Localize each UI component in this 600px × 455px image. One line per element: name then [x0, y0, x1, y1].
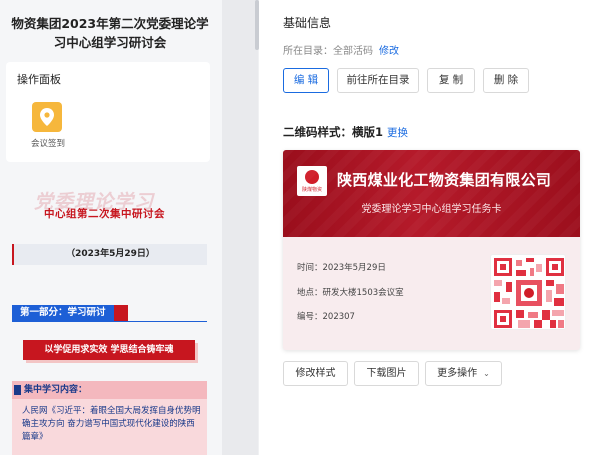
task-card-title: 党委理论学习中心组学习任务卡 [361, 204, 502, 215]
directory-value: 全部活码 [333, 46, 373, 57]
place-value: 研发大楼1503会议室 [322, 288, 404, 298]
section-divider [12, 321, 207, 322]
qr-style-row: 二维码样式：横版1 更换 [283, 124, 408, 140]
study-text: 《习近平：着眼全国大局发挥自身优势明确主攻方向 奋力谱写中国式现代化建设的陕西篇… [22, 406, 201, 442]
download-image-button[interactable]: 下载图片 [354, 361, 419, 386]
checkin-label[interactable]: 会议签到 [23, 137, 73, 149]
card-place: 地点：研发大楼1503会议室 [297, 286, 404, 298]
time-value: 2023年5月29日 [322, 263, 386, 273]
qr-style-label: 二维码样式： [283, 125, 352, 139]
directory-label: 所在目录： [283, 46, 333, 57]
more-actions-label: 更多操作 [437, 368, 478, 379]
section-heading: 第一部分：学习研讨 [12, 305, 127, 321]
qr-code [490, 254, 566, 330]
place-label: 地点： [297, 288, 323, 298]
company-logo: 陕煤物资 [297, 166, 327, 196]
card-time: 时间：2023年5月29日 [297, 261, 386, 273]
directory-modify-link[interactable]: 修改 [379, 46, 399, 57]
logo-mark-icon [305, 170, 319, 184]
company-name: 陕西煤业化工物资集团有限公司 [337, 171, 552, 189]
goto-directory-button[interactable]: 前往所在目录 [337, 68, 419, 93]
copy-button[interactable]: 复 制 [427, 68, 475, 93]
basic-info-title: 基础信息 [283, 16, 332, 30]
qr-style-value: 横版1 [352, 125, 384, 139]
edit-button[interactable]: 编 辑 [283, 68, 329, 93]
directory-row: 所在目录：全部活码 修改 [283, 42, 399, 57]
study-content-box: 集中学习内容： 人民网《习近平：着眼全国大局发挥自身优势明确主攻方向 奋力谱写中… [12, 381, 207, 455]
qr-code-icon [494, 258, 564, 328]
delete-button[interactable]: 删 除 [483, 68, 529, 93]
date-bar: （2023年5月29日） [12, 244, 207, 265]
code-label: 编号： [297, 312, 323, 322]
study-source: 人民网 [22, 406, 48, 416]
more-actions-button[interactable]: 更多操作 ⌄ [425, 361, 502, 386]
logo-text: 陕煤物资 [301, 187, 322, 193]
card-code: 编号：202307 [297, 310, 355, 322]
operation-panel-title: 操作面板 [17, 73, 61, 86]
qr-style-change-link[interactable]: 更换 [387, 127, 408, 139]
mobile-preview: 物资集团2023年第二次党委理论学习中心组学习研讨会 操作面板 会议签到 党委理… [0, 0, 222, 455]
time-label: 时间： [297, 263, 323, 273]
code-value: 202307 [322, 312, 355, 322]
location-pin-icon[interactable] [32, 102, 62, 132]
study-body: 人民网《习近平：着眼全国大局发挥自身优势明确主攻方向 奋力谱写中国式现代化建设的… [22, 405, 202, 444]
card-header: 陕煤物资 陕西煤业化工物资集团有限公司 党委理论学习中心组学习任务卡 [283, 150, 580, 237]
detail-panel: 基础信息 所在目录：全部活码 修改 编 辑 前往所在目录 复 制 删 除 二维码样… [259, 0, 600, 455]
modify-style-button[interactable]: 修改样式 [283, 361, 348, 386]
study-heading: 集中学习内容： [12, 381, 207, 399]
banner-subtitle: 中心组第二次集中研讨会 [44, 208, 165, 220]
slogan-banner: 以学促用求实效 学思结合铸牢魂 [23, 340, 195, 360]
qr-card-preview: 陕煤物资 陕西煤业化工物资集团有限公司 党委理论学习中心组学习任务卡 时间：20… [283, 150, 580, 350]
app-root: 物资集团2023年第二次党委理论学习中心组学习研讨会 操作面板 会议签到 党委理… [0, 0, 600, 455]
preview-title: 物资集团2023年第二次党委理论学习中心组学习研讨会 [11, 16, 209, 50]
chevron-down-icon: ⌄ [483, 369, 490, 378]
operation-panel: 操作面板 会议签到 [6, 62, 210, 162]
preview-gutter [222, 0, 258, 455]
